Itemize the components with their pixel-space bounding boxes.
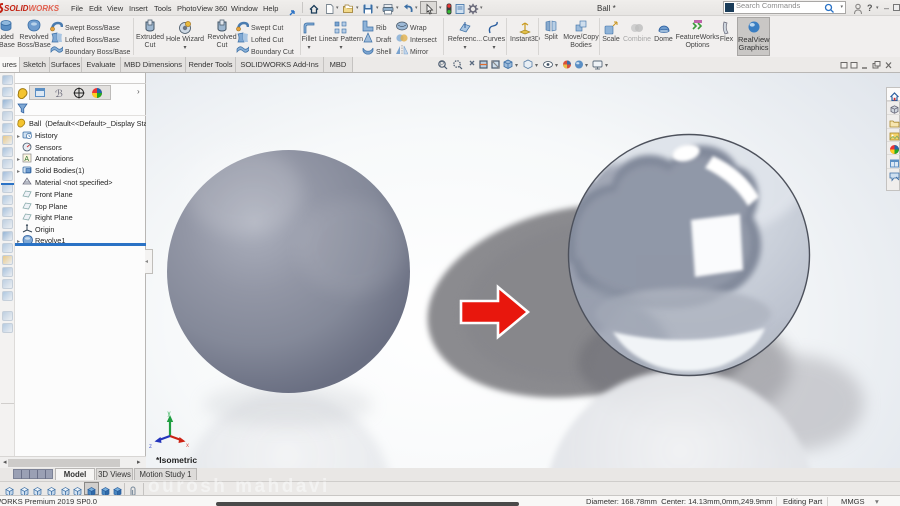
- svg-text:z: z: [149, 444, 152, 450]
- svg-text:▾: ▾: [515, 63, 518, 69]
- svg-text:▾: ▾: [585, 63, 588, 69]
- svg-text:P: P: [440, 62, 444, 68]
- svg-text:▾: ▾: [535, 63, 538, 69]
- svg-text:y: y: [168, 411, 171, 417]
- svg-text:x: x: [186, 443, 189, 449]
- svg-text:ℬ: ℬ: [55, 89, 63, 99]
- svg-text:▾: ▾: [605, 63, 608, 69]
- svg-text:▾: ▾: [555, 63, 558, 69]
